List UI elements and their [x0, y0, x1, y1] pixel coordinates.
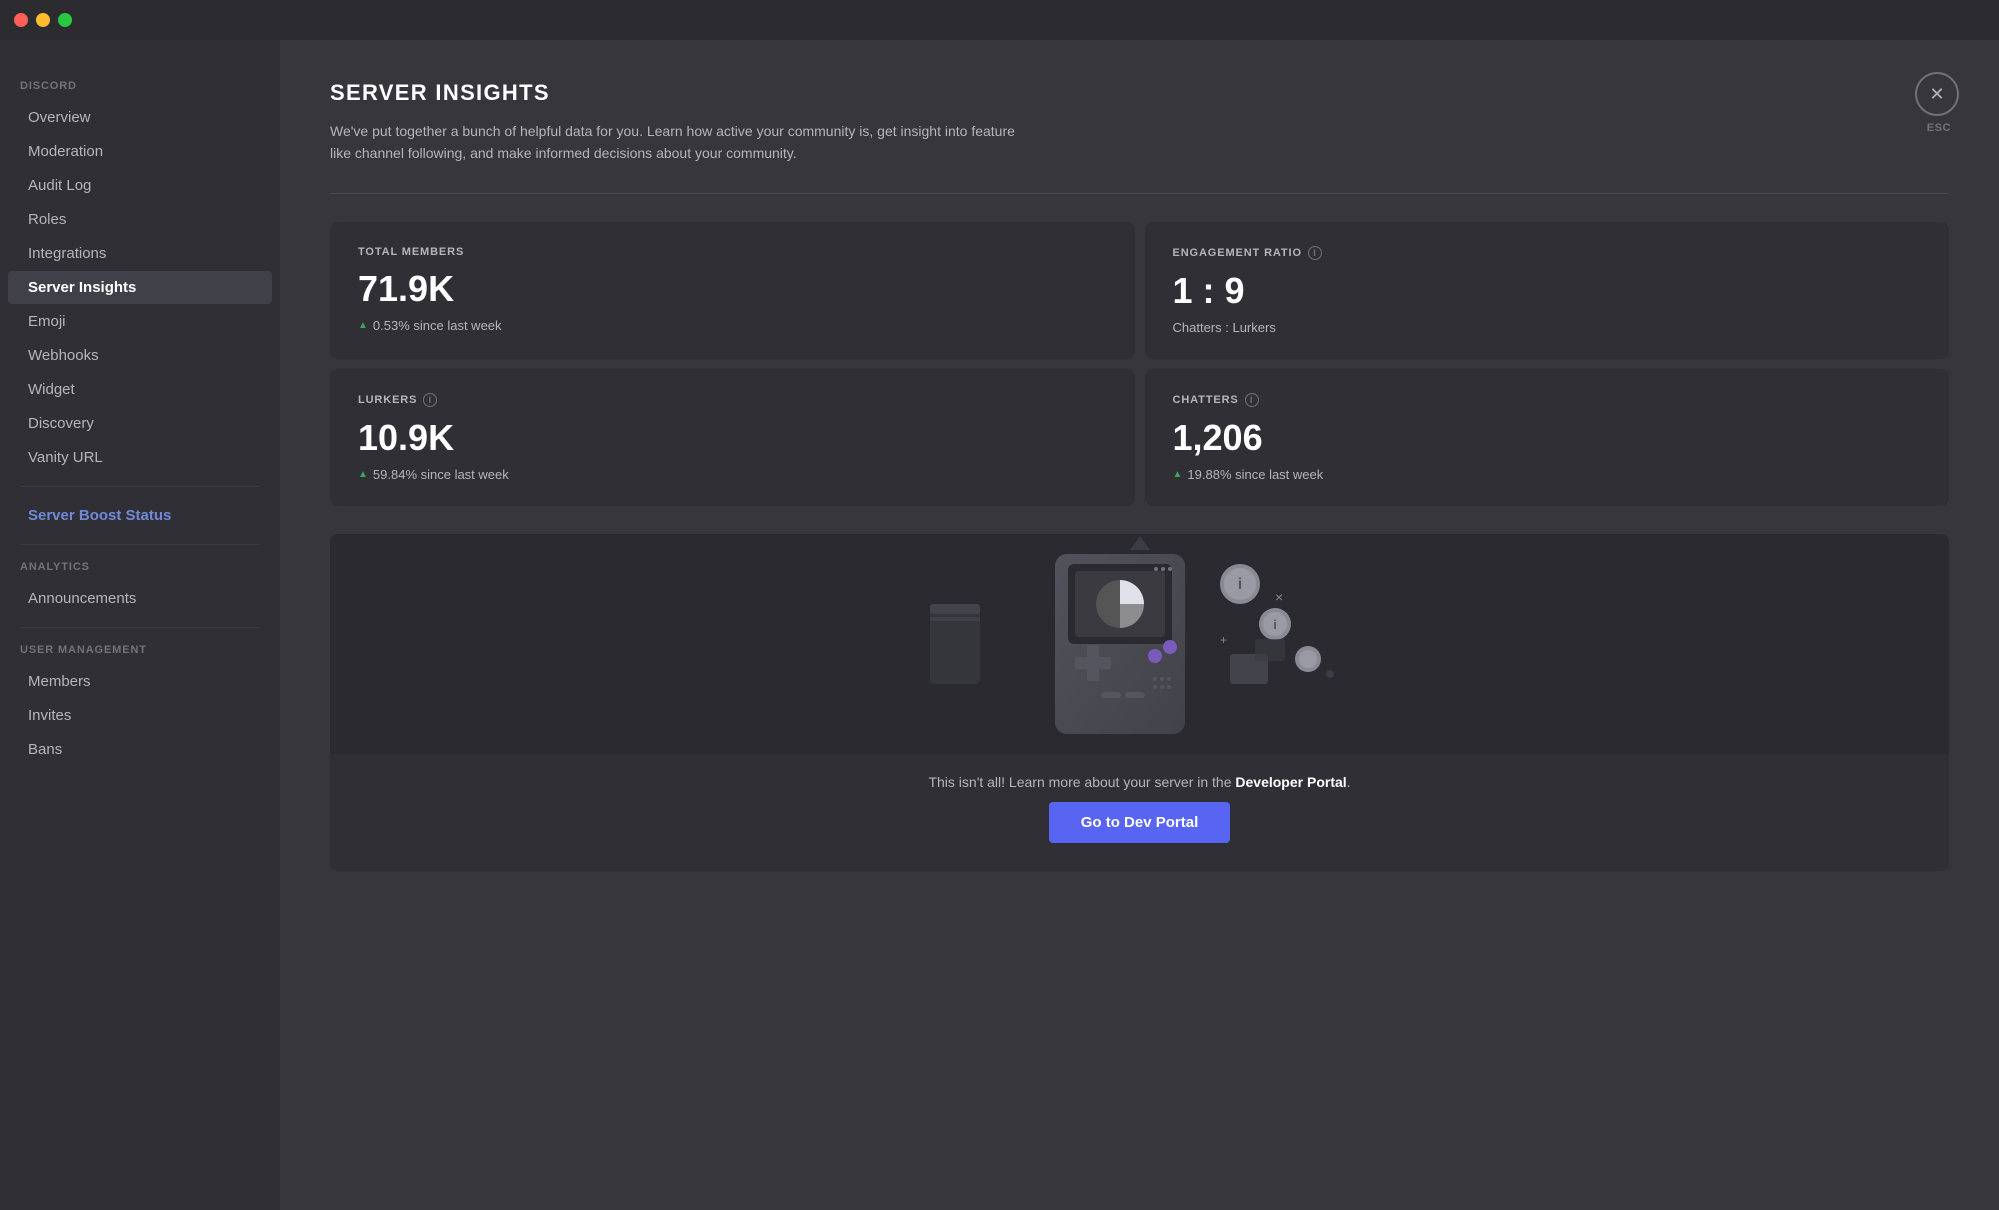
dev-portal-card: i i × +	[330, 534, 1949, 871]
arrow-up-icon: ▲	[358, 469, 368, 480]
stat-value-lurkers: 10.9K	[358, 417, 1107, 459]
stats-grid: TOTAL MEMBERS 71.9K ▲ 0.53% since last w…	[330, 222, 1949, 506]
sidebar-item-moderation[interactable]: Moderation	[8, 135, 272, 168]
stat-card-chatters: CHATTERS i 1,206 ▲ 19.88% since last wee…	[1145, 369, 1950, 506]
stat-card-total-members: TOTAL MEMBERS 71.9K ▲ 0.53% since last w…	[330, 222, 1135, 359]
sidebar-item-emoji[interactable]: Emoji	[8, 305, 272, 338]
stat-value-chatters: 1,206	[1173, 417, 1922, 459]
stat-card-engagement-ratio: ENGAGEMENT RATIO i 1 : 9 Chatters : Lurk…	[1145, 222, 1950, 359]
close-dot[interactable]	[14, 13, 28, 27]
sidebar-divider-2	[20, 544, 260, 545]
sidebar-item-vanity-url[interactable]: Vanity URL	[8, 441, 272, 474]
sidebar-divider-1	[20, 486, 260, 487]
sidebar-item-members[interactable]: Members	[8, 665, 272, 698]
dev-portal-illustration: i i × +	[330, 534, 1949, 754]
sidebar-item-webhooks[interactable]: Webhooks	[8, 339, 272, 372]
page-title: SERVER INSIGHTS	[330, 80, 1949, 106]
sidebar-item-roles[interactable]: Roles	[8, 203, 272, 236]
sidebar-item-label: Roles	[28, 211, 66, 228]
stat-value-engagement-ratio: 1 : 9	[1173, 270, 1922, 312]
sidebar-item-discovery[interactable]: Discovery	[8, 407, 272, 440]
stat-card-lurkers: LURKERS i 10.9K ▲ 59.84% since last week	[330, 369, 1135, 506]
svg-text:i: i	[1237, 576, 1241, 593]
sidebar: DISCORD Overview Moderation Audit Log Ro…	[0, 40, 280, 1210]
content-divider	[330, 193, 1949, 194]
sidebar-item-label: Invites	[28, 707, 71, 724]
titlebar	[0, 0, 1999, 40]
svg-text:+: +	[1220, 633, 1227, 647]
stat-label-lurkers: LURKERS i	[358, 393, 1107, 407]
main-content: ✕ ESC SERVER INSIGHTS We've put together…	[280, 40, 1999, 1210]
stat-label-total-members: TOTAL MEMBERS	[358, 246, 1107, 258]
sidebar-item-label: Discovery	[28, 415, 94, 432]
sidebar-item-label: Server Insights	[28, 279, 136, 296]
info-icon-engagement[interactable]: i	[1308, 246, 1322, 260]
sidebar-item-label: Audit Log	[28, 177, 91, 194]
stat-label-engagement-ratio: ENGAGEMENT RATIO i	[1173, 246, 1922, 260]
minimize-dot[interactable]	[36, 13, 50, 27]
sidebar-item-widget[interactable]: Widget	[8, 373, 272, 406]
sidebar-item-label: Moderation	[28, 143, 103, 160]
sidebar-item-bans[interactable]: Bans	[8, 733, 272, 766]
stat-change-total-members: ▲ 0.53% since last week	[358, 318, 1107, 333]
sidebar-item-label: Widget	[28, 381, 75, 398]
stat-value-total-members: 71.9K	[358, 268, 1107, 310]
sidebar-item-label: Bans	[28, 741, 62, 758]
gameboy-illustration: i i × +	[900, 544, 1380, 744]
sidebar-item-label: Emoji	[28, 313, 66, 330]
esc-label: ESC	[1927, 122, 1951, 134]
info-icon-chatters[interactable]: i	[1245, 393, 1259, 407]
stat-label-chatters: CHATTERS i	[1173, 393, 1922, 407]
stat-change-chatters: ▲ 19.88% since last week	[1173, 467, 1922, 482]
sidebar-item-label: Vanity URL	[28, 449, 103, 466]
svg-text:i: i	[1273, 617, 1277, 632]
sidebar-item-server-insights[interactable]: Server Insights	[8, 271, 272, 304]
dev-portal-text: This isn't all! Learn more about your se…	[898, 754, 1380, 802]
sidebar-item-label: Announcements	[28, 590, 136, 607]
sidebar-item-label: Members	[28, 673, 91, 690]
stat-change-lurkers: ▲ 59.84% since last week	[358, 467, 1107, 482]
sidebar-item-announcements[interactable]: Announcements	[8, 582, 272, 615]
sidebar-item-invites[interactable]: Invites	[8, 699, 272, 732]
sidebar-item-integrations[interactable]: Integrations	[8, 237, 272, 270]
sidebar-item-label: Integrations	[28, 245, 106, 262]
sidebar-item-overview[interactable]: Overview	[8, 101, 272, 134]
app-body: DISCORD Overview Moderation Audit Log Ro…	[0, 40, 1999, 1210]
sidebar-item-server-boost-status[interactable]: Server Boost Status	[8, 499, 272, 532]
sidebar-item-label: Webhooks	[28, 347, 99, 364]
page-description: We've put together a bunch of helpful da…	[330, 120, 1030, 165]
maximize-dot[interactable]	[58, 13, 72, 27]
close-button[interactable]: ✕	[1915, 72, 1959, 116]
discord-section-label: DISCORD	[0, 80, 280, 100]
svg-text:×: ×	[1275, 589, 1283, 605]
arrow-up-icon: ▲	[358, 320, 368, 331]
close-icon: ✕	[1929, 84, 1944, 105]
go-to-dev-portal-button[interactable]: Go to Dev Portal	[1049, 802, 1231, 843]
stat-sub-engagement-ratio: Chatters : Lurkers	[1173, 320, 1922, 335]
analytics-section-label: ANALYTICS	[0, 561, 280, 581]
sidebar-item-label: Overview	[28, 109, 91, 126]
sidebar-item-label: Server Boost Status	[28, 507, 171, 524]
sidebar-divider-3	[20, 627, 260, 628]
info-icon-lurkers[interactable]: i	[423, 393, 437, 407]
triangle-decoration	[1130, 536, 1150, 550]
sidebar-item-audit-log[interactable]: Audit Log	[8, 169, 272, 202]
user-management-section-label: USER MANAGEMENT	[0, 644, 280, 664]
arrow-up-icon: ▲	[1173, 469, 1183, 480]
